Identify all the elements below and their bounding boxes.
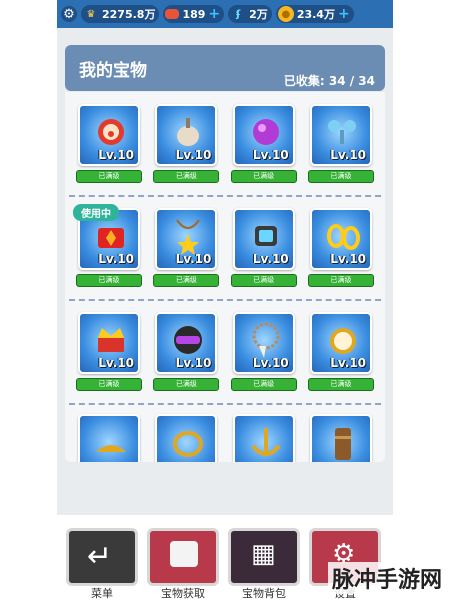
game-screen: ⚙ ♛ 2275.8万 189 + ʄ 2万 ● 23.4万 + 我的宝物 已收… bbox=[57, 0, 393, 600]
status-badge: 已满级 bbox=[76, 378, 142, 391]
status-badge: 已满级 bbox=[153, 170, 220, 183]
row-divider bbox=[69, 403, 381, 405]
in-use-tag: 使用中 bbox=[73, 204, 119, 221]
status-badge: 已满级 bbox=[230, 170, 297, 183]
status-badge: 已满级 bbox=[153, 274, 220, 287]
treasure-item-windup-key[interactable]: Lv.10 已满级 bbox=[307, 104, 375, 183]
menu-button[interactable]: ↵ 菜单 bbox=[66, 528, 138, 600]
level-label: Lv.10 bbox=[175, 148, 212, 162]
treasure-item-helmet[interactable]: Lv.10 已满级 bbox=[152, 312, 220, 391]
treasure-item-clown[interactable]: Lv.10 已满级 bbox=[75, 104, 143, 183]
return-arrow-icon: ↵ bbox=[87, 539, 113, 574]
status-badge: 已满级 bbox=[307, 274, 374, 287]
key-value: 2万 bbox=[249, 8, 268, 21]
treasure-row: Lv.10 已满级 Lv.10 已满级 Lv.10 已满级 Lv.10 已满级 bbox=[75, 312, 375, 391]
level-label: Lv.10 bbox=[98, 356, 134, 370]
level-label: Lv.10 bbox=[252, 252, 289, 266]
treasure-item-crown[interactable]: Lv.10 已满级 bbox=[75, 312, 143, 391]
coin-stat: ● 23.4万 + bbox=[275, 5, 354, 23]
energy-value: 189 bbox=[182, 7, 206, 21]
treasure-row: 使用中 Lv.10 已满级 Lv.10 已满级 Lv.10 已满级 Lv.10 … bbox=[73, 204, 375, 287]
treasure-card[interactable]: Lv.10 bbox=[155, 104, 218, 166]
level-label: Lv.10 bbox=[330, 252, 366, 266]
status-badge: 已满级 bbox=[307, 378, 374, 391]
menu-label: 菜单 bbox=[91, 587, 113, 600]
key-stat: ʄ 2万 bbox=[228, 5, 272, 23]
treasure-card[interactable] bbox=[232, 414, 295, 462]
treasure-card[interactable]: Lv.10 bbox=[309, 312, 372, 374]
lamp-icon bbox=[96, 445, 126, 452]
page-title: 我的宝物 bbox=[79, 61, 147, 81]
treasure-item-lamp[interactable] bbox=[75, 414, 143, 462]
treasure-card[interactable]: Lv.10 bbox=[232, 208, 295, 270]
treasure-item-watch[interactable]: Lv.10 已满级 bbox=[230, 208, 298, 287]
treasure-row bbox=[75, 414, 375, 462]
status-badge: 已满级 bbox=[230, 378, 297, 391]
top-status-bar: ⚙ ♛ 2275.8万 189 + ʄ 2万 ● 23.4万 + bbox=[57, 0, 393, 28]
coin-value: 23.4万 bbox=[296, 8, 335, 21]
treasure-card[interactable]: Lv.10 bbox=[232, 104, 295, 166]
treasure-bag-label: 宝物背包 bbox=[242, 587, 286, 600]
treasure-item-anchor[interactable] bbox=[230, 414, 298, 462]
treasure-row: Lv.10 已满级 Lv.10 已满级 Lv.10 已满级 Lv.10 已满级 bbox=[75, 104, 375, 183]
treasure-item-pocket-watch[interactable]: Lv.10 已满级 bbox=[307, 312, 375, 391]
treasure-card[interactable]: Lv.10 bbox=[232, 312, 295, 374]
totem-icon bbox=[334, 428, 351, 460]
crown-value: 2275.8万 bbox=[102, 8, 156, 21]
treasure-item-star-necklace[interactable]: Lv.10 已满级 bbox=[152, 208, 220, 287]
key-icon: ʄ bbox=[235, 8, 241, 20]
treasure-get-label: 宝物获取 bbox=[161, 587, 205, 600]
add-coin-button[interactable]: + bbox=[338, 6, 350, 22]
chest-icon bbox=[170, 541, 198, 567]
add-energy-button[interactable]: + bbox=[208, 6, 220, 22]
treasure-item-tooth-necklace[interactable]: Lv.10 已满级 bbox=[230, 312, 298, 391]
treasure-item-rings[interactable]: Lv.10 已满级 bbox=[307, 208, 375, 287]
level-label: Lv.10 bbox=[252, 356, 289, 370]
treasure-card[interactable]: Lv.10 bbox=[78, 312, 140, 374]
crown-stat: ♛ 2275.8万 bbox=[81, 5, 160, 23]
treasure-item-crystal-ball[interactable]: Lv.10 已满级 bbox=[230, 104, 298, 183]
treasure-header: 我的宝物 已收集: 34 / 34 bbox=[65, 45, 385, 91]
level-label: Lv.10 bbox=[175, 252, 212, 266]
status-badge: 已满级 bbox=[153, 378, 220, 391]
treasure-card[interactable]: Lv.10 bbox=[155, 312, 218, 374]
gear-icon[interactable]: ⚙ bbox=[61, 6, 77, 22]
row-divider bbox=[69, 195, 381, 197]
crown-icon: ♛ bbox=[86, 8, 96, 20]
treasure-item-mirror[interactable] bbox=[152, 414, 220, 462]
mirror-icon bbox=[173, 431, 204, 457]
energy-stat: 189 + bbox=[163, 5, 225, 23]
status-badge: 已满级 bbox=[307, 170, 374, 183]
treasure-item-totem[interactable] bbox=[307, 414, 375, 462]
treasure-bag-button[interactable]: ▦ 宝物背包 bbox=[228, 528, 300, 600]
treasure-card[interactable] bbox=[309, 414, 372, 462]
anchor-icon bbox=[251, 428, 281, 456]
level-label: Lv.10 bbox=[98, 252, 134, 266]
level-label: Lv.10 bbox=[98, 148, 134, 162]
level-label: Lv.10 bbox=[330, 148, 366, 162]
treasure-card[interactable]: Lv.10 bbox=[155, 208, 218, 270]
treasure-get-button[interactable]: 宝物获取 bbox=[147, 528, 219, 600]
level-label: Lv.10 bbox=[252, 148, 289, 162]
treasure-card[interactable]: Lv.10 bbox=[309, 208, 372, 270]
level-label: Lv.10 bbox=[330, 356, 366, 370]
site-watermark: 脉冲手游网 bbox=[327, 562, 446, 594]
treasure-grid: Lv.10 已满级 Lv.10 已满级 Lv.10 已满级 Lv.10 已满级 … bbox=[65, 92, 385, 462]
treasure-item-bulb[interactable]: Lv.10 已满级 bbox=[152, 104, 220, 183]
treasure-item-fire-box[interactable]: 使用中 Lv.10 已满级 bbox=[73, 204, 143, 287]
treasure-card[interactable] bbox=[78, 414, 140, 462]
treasure-card[interactable] bbox=[155, 414, 218, 462]
status-badge: 已满级 bbox=[76, 170, 142, 183]
treasure-card[interactable]: Lv.10 bbox=[78, 104, 140, 166]
row-divider bbox=[69, 299, 381, 301]
treasure-card[interactable]: Lv.10 bbox=[309, 104, 372, 166]
collected-count: 已收集: 34 / 34 bbox=[283, 74, 375, 88]
level-label: Lv.10 bbox=[175, 356, 212, 370]
status-badge: 已满级 bbox=[230, 274, 297, 287]
grid-check-icon: ▦ bbox=[251, 539, 276, 569]
energy-icon bbox=[165, 9, 180, 19]
coin-icon: ● bbox=[277, 6, 294, 22]
status-badge: 已满级 bbox=[76, 274, 142, 287]
